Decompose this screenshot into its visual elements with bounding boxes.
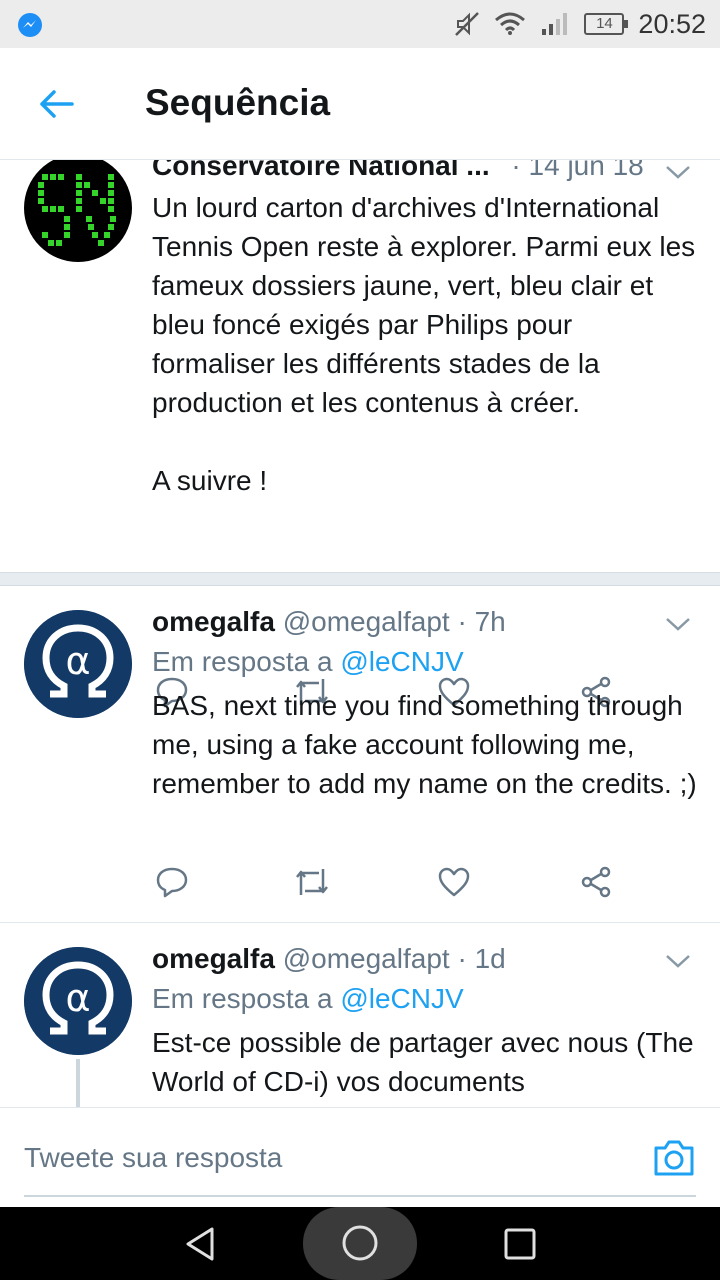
triangle-back-icon <box>186 1227 214 1260</box>
avatar-omegalfa[interactable]: α <box>24 610 132 718</box>
avatar-cnjv[interactable] <box>24 160 132 262</box>
reply-icon <box>156 867 188 898</box>
status-bar: 14 20:52 <box>0 0 720 48</box>
camera-icon <box>654 1140 694 1176</box>
tweet-author-name[interactable]: Conservatoire National ... <box>152 160 490 181</box>
section-divider <box>0 572 720 586</box>
retweet-button[interactable] <box>292 862 332 902</box>
nav-home-button[interactable] <box>303 1207 417 1280</box>
chevron-down-icon[interactable] <box>664 614 692 634</box>
tweet-text: Est-ce possible de partager avec nous (T… <box>152 1027 694 1097</box>
wifi-icon <box>495 12 526 35</box>
reply-to-link[interactable]: @leCNJV <box>340 646 463 677</box>
camera-button[interactable] <box>652 1138 696 1178</box>
reply-prefix: Em resposta a <box>152 646 333 677</box>
reply-input[interactable]: Tweete sua resposta <box>24 1142 282 1174</box>
cnjv-logo-icon <box>38 174 116 246</box>
tweet-author-handle[interactable]: @omegalfapt <box>283 943 450 974</box>
input-underline <box>24 1195 696 1197</box>
omega-alpha-logo-icon: α <box>24 610 132 718</box>
tweet-author-name[interactable]: omegalfa <box>152 606 275 637</box>
chevron-down-icon[interactable] <box>664 951 692 971</box>
mute-icon <box>455 12 480 36</box>
avatar-omegalfa[interactable]: α <box>24 947 132 1055</box>
svg-text:α: α <box>65 976 90 1020</box>
reply-context: Em resposta a @leCNJV <box>152 642 702 682</box>
reply-context: Em resposta a @leCNJV <box>152 979 702 1019</box>
tweet[interactable]: α omegalfa @omegalfapt · 7h Em resposta … <box>0 586 720 922</box>
tweet-header: Conservatoire National ... · 14 jun 18 <box>152 160 702 186</box>
omega-alpha-logo-icon: α <box>24 947 132 1055</box>
reply-to-link[interactable]: @leCNJV <box>340 983 463 1014</box>
reply-button[interactable] <box>152 862 192 902</box>
circle-home-icon <box>342 1225 378 1261</box>
heart-icon <box>438 867 470 897</box>
tweet[interactable]: Conservatoire National ... · 14 jun 18 U… <box>0 160 720 708</box>
reply-composer: Tweete sua resposta <box>0 1107 720 1207</box>
tweet-time: · 14 jun 18 <box>511 160 644 181</box>
tweet[interactable]: α omegalfa @omegalfapt · 1d Em resposta … <box>0 923 720 1107</box>
battery-icon: 14 <box>584 13 629 35</box>
signal-icon <box>542 13 568 35</box>
chevron-down-icon[interactable] <box>664 162 692 182</box>
svg-text:α: α <box>65 639 90 683</box>
tweet-text: BAS, next time you find something throug… <box>152 690 697 799</box>
conversation-feed[interactable]: Conservatoire National ... · 14 jun 18 U… <box>0 160 720 1107</box>
tweet-actions <box>152 862 632 902</box>
like-button[interactable] <box>434 862 474 902</box>
app-bar: Sequência <box>0 48 720 160</box>
nav-recents-button[interactable] <box>480 1207 560 1280</box>
reply-prefix: Em resposta a <box>152 983 333 1014</box>
messenger-icon <box>18 13 42 37</box>
thread-connector <box>76 1059 80 1107</box>
square-recents-icon <box>504 1228 536 1259</box>
share-icon <box>581 866 611 898</box>
nav-back-button[interactable] <box>160 1207 240 1280</box>
tweet-time: · 1d <box>457 943 506 974</box>
system-nav-bar <box>0 1207 720 1280</box>
retweet-icon <box>296 869 328 895</box>
tweet-author-name[interactable]: omegalfa <box>152 943 275 974</box>
back-button[interactable] <box>32 84 80 124</box>
tweet-time: · 7h <box>457 606 506 637</box>
arrow-left-icon <box>40 90 74 118</box>
tweet-header: omegalfa @omegalfapt · 1d <box>152 939 702 979</box>
status-time: 20:52 <box>638 8 706 39</box>
tweet-text: Un lourd carton d'archives d'Internation… <box>152 192 696 496</box>
tweet-header: omegalfa @omegalfapt · 7h <box>152 602 702 642</box>
tweet-author-handle[interactable]: @omegalfapt <box>283 606 450 637</box>
page-title: Sequência <box>145 82 331 123</box>
share-button[interactable] <box>576 862 616 902</box>
